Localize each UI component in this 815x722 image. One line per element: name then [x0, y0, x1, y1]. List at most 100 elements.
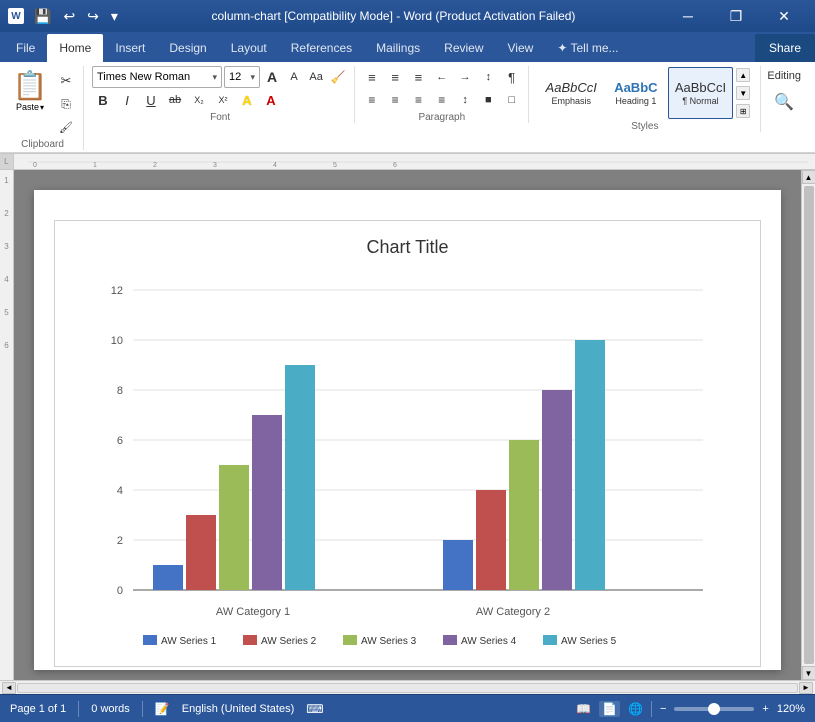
scroll-down-button[interactable]: ▼	[802, 666, 815, 680]
bullets-button[interactable]: ≡	[361, 66, 382, 88]
paste-button[interactable]: 📋 Paste ▾	[8, 66, 52, 118]
tab-home[interactable]: Home	[47, 34, 103, 62]
styles-scroll-up[interactable]: ▲	[736, 68, 750, 82]
paragraph-group: ≡ ≡ ≡ ← → ↕ ¶ ≡ ≡ ≡ ≡ ↕ ■ □ Pa	[357, 66, 529, 123]
status-left: Page 1 of 1 0 words 📝 English (United St…	[10, 701, 560, 717]
scroll-left-button[interactable]: ◄	[2, 682, 16, 694]
scroll-thumb-vertical[interactable]	[804, 186, 814, 664]
sort-button[interactable]: ↕	[478, 66, 499, 88]
line-spacing-button[interactable]: ↕	[454, 89, 475, 111]
font-size-selector[interactable]: 12 ▾	[224, 66, 260, 88]
bar-cat1-ser1	[153, 565, 183, 590]
status-divider-2	[142, 701, 143, 717]
tab-review[interactable]: Review	[432, 34, 495, 62]
font-family-dropdown-arrow: ▾	[212, 72, 217, 83]
decrease-indent-button[interactable]: ←	[431, 66, 452, 88]
print-layout-button[interactable]: 📄	[599, 701, 620, 717]
bar-cat1-ser4	[252, 415, 282, 590]
window-controls: ─ ❐ ✕	[665, 0, 807, 32]
styles-scroll-control: ▲ ▼ ⊞	[735, 67, 751, 119]
style-normal[interactable]: AaBbCcI ¶ Normal	[668, 67, 733, 119]
italic-button[interactable]: I	[116, 89, 138, 111]
align-center-button[interactable]: ≡	[385, 89, 406, 111]
superscript-button[interactable]: X²	[212, 89, 234, 111]
ruler-v-2: 2	[4, 209, 8, 218]
svg-text:3: 3	[213, 162, 217, 169]
font-size-label: 12	[229, 71, 241, 83]
horizontal-scrollbar[interactable]: ◄ ►	[0, 680, 815, 694]
increase-indent-button[interactable]: →	[454, 66, 475, 88]
cut-button[interactable]: ✂	[55, 70, 77, 92]
read-mode-button[interactable]: 📖	[576, 702, 591, 716]
quick-access-dropdown[interactable]: ▾	[107, 6, 122, 27]
strikethrough-button[interactable]: ab	[164, 89, 186, 111]
heading-label: Heading 1	[615, 96, 656, 106]
scroll-right-button[interactable]: ►	[799, 682, 813, 694]
bar-cat2-ser1	[443, 540, 473, 590]
save-quick-btn[interactable]: 💾	[30, 6, 55, 27]
copy-button[interactable]: ⎘	[55, 93, 77, 115]
numbering-button[interactable]: ≡	[385, 66, 406, 88]
bold-button[interactable]: B	[92, 89, 114, 111]
underline-button[interactable]: U	[140, 89, 162, 111]
font-family-selector[interactable]: Times New Roman ▾	[92, 66, 222, 88]
bar-cat2-ser4	[542, 390, 572, 590]
show-hide-button[interactable]: ¶	[501, 66, 522, 88]
grow-font-button[interactable]: A	[262, 66, 282, 88]
clear-format-button[interactable]: 🧹	[328, 66, 348, 88]
styles-more[interactable]: ⊞	[736, 104, 750, 118]
font-color-button[interactable]: A	[260, 89, 282, 111]
subscript-button[interactable]: X₂	[188, 89, 210, 111]
language-indicator[interactable]: English (United States)	[182, 703, 295, 715]
text-highlight-button[interactable]: A	[236, 89, 258, 111]
minimize-button[interactable]: ─	[665, 0, 711, 32]
tab-design[interactable]: Design	[157, 34, 218, 62]
input-mode-icon[interactable]: ⌨	[306, 702, 323, 716]
chart-svg: 0 2 4 6 8 10 12	[83, 270, 733, 650]
tab-mailings[interactable]: Mailings	[364, 34, 432, 62]
multilevel-button[interactable]: ≡	[408, 66, 429, 88]
zoom-in-button[interactable]: +	[762, 703, 768, 715]
svg-text:4: 4	[116, 485, 122, 497]
zoom-level[interactable]: 120%	[777, 703, 805, 715]
tab-file[interactable]: File	[4, 34, 47, 62]
para-row1: ≡ ≡ ≡ ← → ↕ ¶	[361, 66, 522, 88]
find-button[interactable]: 🔍	[770, 88, 798, 116]
legend-label-5: AW Series 5	[561, 636, 617, 647]
zoom-out-button[interactable]: −	[660, 703, 666, 715]
proofing-icon[interactable]: 📝	[155, 702, 170, 716]
shrink-font-button[interactable]: A	[284, 66, 304, 88]
zoom-slider[interactable]	[674, 707, 754, 711]
bar-cat1-ser2	[186, 515, 216, 590]
styles-scroll-down[interactable]: ▼	[736, 86, 750, 100]
redo-quick-btn[interactable]: ↪	[83, 6, 103, 27]
bar-cat2-ser2	[476, 490, 506, 590]
clipboard-group: 📋 Paste ▾ ✂ ⎘ 🖌 Clipboard	[8, 66, 84, 150]
close-button[interactable]: ✕	[761, 0, 807, 32]
tab-layout[interactable]: Layout	[219, 34, 279, 62]
svg-text:2: 2	[116, 535, 122, 547]
align-left-button[interactable]: ≡	[361, 89, 382, 111]
tab-view[interactable]: View	[496, 34, 546, 62]
style-heading1[interactable]: AaBbC Heading 1	[606, 67, 666, 119]
align-right-button[interactable]: ≡	[408, 89, 429, 111]
vertical-scrollbar[interactable]: ▲ ▼	[801, 170, 815, 680]
tab-references[interactable]: References	[279, 34, 364, 62]
tab-insert[interactable]: Insert	[103, 34, 157, 62]
undo-quick-btn[interactable]: ↩	[59, 6, 79, 27]
borders-button[interactable]: □	[501, 89, 522, 111]
scroll-up-button[interactable]: ▲	[802, 170, 815, 184]
tab-share[interactable]: Share	[755, 34, 815, 62]
web-layout-button[interactable]: 🌐	[628, 702, 643, 716]
page-container[interactable]: Chart Title 0 2	[14, 170, 801, 680]
tab-tell[interactable]: ✦ Tell me...	[545, 34, 630, 62]
shading-button[interactable]: ■	[478, 89, 499, 111]
status-right: 📖 📄 🌐 − + 120%	[576, 701, 805, 717]
restore-button[interactable]: ❐	[713, 0, 759, 32]
style-emphasis[interactable]: AaBbCcI Emphasis	[539, 67, 604, 119]
legend-color-4	[443, 635, 457, 645]
format-painter-button[interactable]: 🖌	[55, 116, 77, 138]
justify-button[interactable]: ≡	[431, 89, 452, 111]
font-size-dropdown-arrow: ▾	[250, 72, 255, 83]
change-case-button[interactable]: Aa	[306, 66, 326, 88]
